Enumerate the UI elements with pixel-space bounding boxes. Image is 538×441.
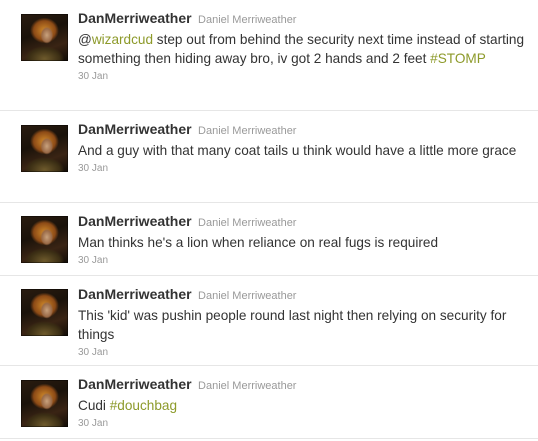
tweet-item: DanMerriweather Daniel Merriweather Man … (0, 203, 538, 276)
tweet-full-name: Daniel Merriweather (198, 125, 297, 137)
tweet-full-name: Daniel Merriweather (198, 14, 297, 26)
tweet-text-part: Cudi (78, 398, 110, 413)
tweet-text-part: @ (78, 32, 92, 47)
tweet-text-part: This 'kid' was pushin people round last … (78, 308, 507, 342)
tweet-timeline: DanMerriweather Daniel Merriweather @wiz… (0, 0, 538, 441)
tweet-timestamp[interactable]: 30 Jan (78, 347, 528, 359)
tweet-timestamp[interactable]: 30 Jan (78, 255, 528, 267)
tweet-full-name: Daniel Merriweather (198, 290, 297, 302)
tweet-screen-name[interactable]: DanMerriweather (78, 376, 192, 392)
hashtag-link[interactable]: #douchbag (110, 398, 177, 413)
tweet-text: And a guy with that many coat tails u th… (78, 141, 528, 160)
avatar[interactable] (21, 380, 68, 427)
tweet-screen-name[interactable]: DanMerriweather (78, 121, 192, 137)
avatar[interactable] (21, 216, 68, 263)
tweet-screen-name[interactable]: DanMerriweather (78, 10, 192, 26)
tweet-item: DanMerriweather Daniel Merriweather And … (0, 111, 538, 203)
tweet-timestamp[interactable]: 30 Jan (78, 71, 528, 83)
tweet-item: DanMerriweather Daniel Merriweather This… (0, 276, 538, 366)
tweet-text-part: And a guy with that many coat tails u th… (78, 143, 517, 158)
tweet-timestamp[interactable]: 30 Jan (78, 418, 528, 430)
avatar[interactable] (21, 14, 68, 61)
tweet-screen-name[interactable]: DanMerriweather (78, 286, 192, 302)
tweet-item: DanMerriweather Daniel Merriweather Cudi… (0, 366, 538, 439)
tweet-full-name: Daniel Merriweather (198, 217, 297, 229)
avatar[interactable] (21, 125, 68, 172)
tweet-text: @wizardcud step out from behind the secu… (78, 30, 528, 68)
tweet-full-name: Daniel Merriweather (198, 380, 297, 392)
avatar[interactable] (21, 289, 68, 336)
tweet-timestamp[interactable]: 30 Jan (78, 163, 528, 175)
mention-link[interactable]: wizardcud (92, 32, 153, 47)
tweet-text: This 'kid' was pushin people round last … (78, 306, 528, 344)
tweet-text-part: Man thinks he's a lion when reliance on … (78, 235, 439, 250)
tweet-screen-name[interactable]: DanMerriweather (78, 213, 192, 229)
hashtag-link[interactable]: #STOMP (430, 51, 486, 66)
tweet-text: Cudi #douchbag (78, 396, 528, 415)
tweet-item: DanMerriweather Daniel Merriweather @wiz… (0, 0, 538, 111)
tweet-text: Man thinks he's a lion when reliance on … (78, 233, 528, 252)
